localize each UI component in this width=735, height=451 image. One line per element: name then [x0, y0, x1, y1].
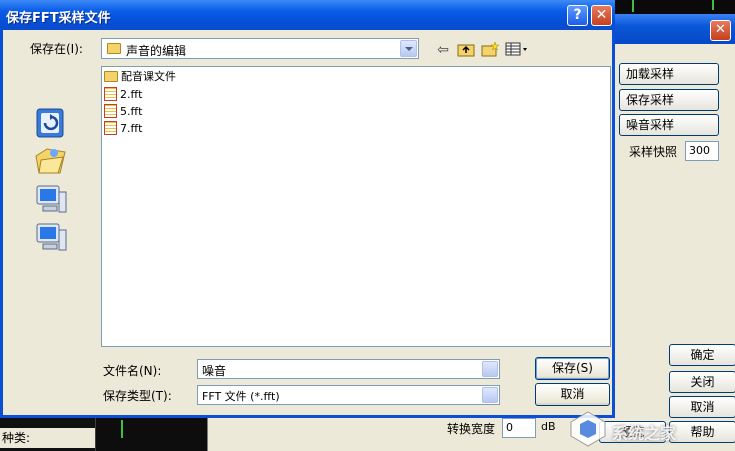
- help-title-button[interactable]: ?: [567, 5, 588, 26]
- list-item[interactable]: 7.fft: [104, 120, 142, 136]
- filetype-select[interactable]: FFT 文件 (*.fft): [197, 385, 500, 405]
- snapshot-label: 采样快照: [629, 145, 678, 159]
- filetype-value: FFT 文件 (*.fft): [202, 390, 280, 403]
- network-computer-icon[interactable]: [33, 220, 69, 254]
- save-in-value: 声音的编辑: [126, 44, 187, 58]
- watermark-logo: [570, 411, 606, 447]
- save-fft-dialog: 保存FFT采样文件 ? ✕ 保存在(I): 声音的编辑 ⇦ 配音课文件 2.ff…: [0, 0, 615, 418]
- snapshot-input[interactable]: 300: [685, 141, 719, 161]
- bg-close-button[interactable]: ✕: [710, 20, 731, 41]
- save-in-combo[interactable]: 声音的编辑: [101, 38, 419, 59]
- list-item[interactable]: 2.fft: [104, 86, 142, 102]
- filename-label: 文件名(N):: [103, 364, 162, 378]
- list-item[interactable]: 5.fft: [104, 103, 142, 119]
- my-computer-icon[interactable]: [33, 182, 69, 216]
- watermark: 系统之家: [568, 408, 735, 451]
- file-name: 配音课文件: [121, 70, 176, 83]
- dialog-title: 保存FFT采样文件: [6, 11, 111, 26]
- scope-tick: [121, 420, 123, 438]
- folder-icon: [104, 70, 118, 82]
- save-button[interactable]: 保存(S): [535, 357, 610, 380]
- up-folder-icon[interactable]: [456, 41, 476, 59]
- fft-file-icon: [104, 87, 117, 101]
- save-sample-button[interactable]: 保存采样: [619, 89, 719, 111]
- filetype-label: 保存类型(T):: [103, 389, 172, 403]
- fft-file-icon: [104, 104, 117, 118]
- watermark-text: 系统之家: [612, 424, 677, 443]
- db-unit: dB: [541, 420, 556, 433]
- bg-close-text-button[interactable]: 关闭: [669, 371, 735, 393]
- cancel-button[interactable]: 取消: [535, 383, 610, 406]
- save-in-label: 保存在(I):: [30, 42, 83, 56]
- noise-sample-button[interactable]: 噪音采样: [619, 114, 719, 136]
- filename-value: 噪音: [202, 364, 227, 378]
- kind-label: 种类:: [0, 428, 95, 448]
- width-input[interactable]: 0: [502, 418, 536, 438]
- back-arrow-icon[interactable]: ⇦: [433, 41, 453, 59]
- close-title-button[interactable]: ✕: [591, 5, 612, 26]
- fft-file-icon: [104, 121, 117, 135]
- folder-icon: [107, 43, 121, 54]
- load-sample-button[interactable]: 加载采样: [619, 63, 719, 85]
- chevron-down-icon[interactable]: [482, 361, 498, 377]
- file-name: 7.fft: [120, 121, 143, 135]
- desktop-folder-icon[interactable]: [33, 144, 69, 178]
- list-item[interactable]: 配音课文件: [104, 68, 176, 84]
- chevron-down-icon[interactable]: [400, 40, 417, 57]
- history-icon[interactable]: [33, 106, 69, 140]
- file-list[interactable]: 配音课文件 2.fft 5.fft 7.fft: [101, 66, 611, 347]
- new-folder-icon[interactable]: [480, 41, 500, 59]
- file-name: 5.fft: [120, 104, 143, 118]
- view-menu-icon[interactable]: [504, 41, 530, 59]
- dialog-titlebar: 保存FFT采样文件 ? ✕: [0, 0, 615, 30]
- file-name: 2.fft: [120, 87, 143, 101]
- width-label: 转换宽度: [447, 422, 496, 436]
- ok-button[interactable]: 确定: [669, 344, 735, 366]
- scope-tick: [632, 0, 634, 12]
- filename-field[interactable]: 噪音: [197, 359, 500, 379]
- chevron-down-icon[interactable]: [482, 387, 498, 403]
- scope-tick: [712, 0, 714, 10]
